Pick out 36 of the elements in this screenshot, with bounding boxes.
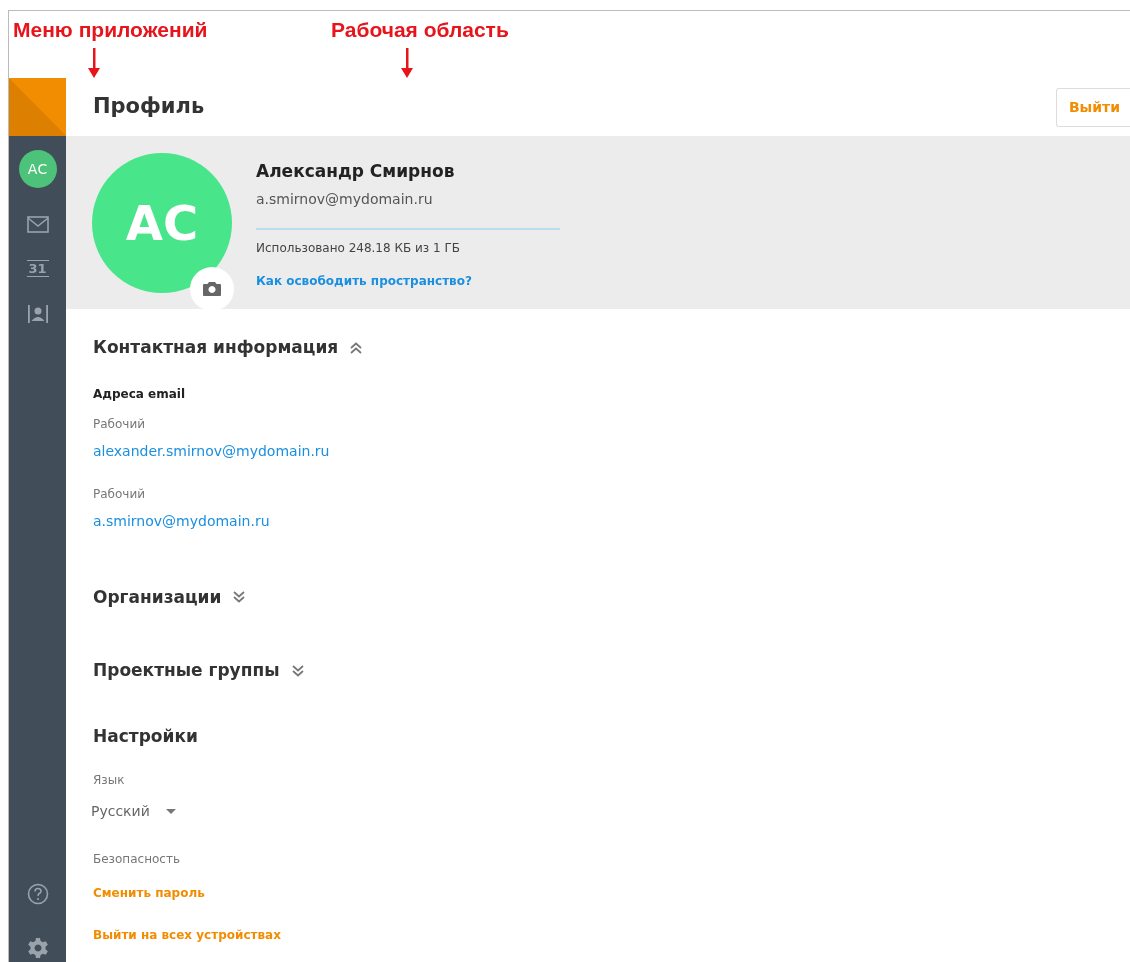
email-type-label: Рабочий bbox=[93, 415, 147, 433]
collapse-icon[interactable] bbox=[350, 341, 363, 354]
logout-button[interactable]: Выйти bbox=[1055, 87, 1130, 127]
camera-button[interactable] bbox=[190, 267, 234, 311]
section-heading: Настройки bbox=[93, 724, 198, 748]
expand-icon[interactable] bbox=[233, 591, 246, 604]
free-space-link[interactable]: Как освободить пространство? bbox=[256, 271, 472, 290]
settings-icon[interactable] bbox=[26, 936, 49, 959]
security-label: Безопасность bbox=[93, 851, 181, 868]
section-heading[interactable]: Контактная информация bbox=[93, 335, 339, 361]
section-heading[interactable]: Проектные группы bbox=[93, 658, 280, 684]
email-link[interactable]: alexander.smirnov@mydomain.ru bbox=[93, 440, 330, 462]
email-link[interactable]: a.smirnov@mydomain.ru bbox=[93, 510, 270, 532]
storage-usage-text: Использовано 248.18 КБ из 1 ГБ bbox=[256, 239, 462, 257]
user-name: Александр Смирнов bbox=[256, 160, 456, 183]
email-group-heading: Адреса email bbox=[93, 385, 187, 403]
annotation-label: Рабочая область bbox=[331, 19, 509, 40]
contact-card-icon[interactable] bbox=[26, 303, 49, 324]
help-icon[interactable] bbox=[26, 882, 49, 905]
language-dropdown[interactable]: Русский bbox=[91, 801, 176, 822]
security-link[interactable]: Выйти на всех устройствах bbox=[93, 928, 281, 942]
avatar-initials: АС bbox=[125, 194, 199, 253]
user-email: a.smirnov@mydomain.ru bbox=[256, 189, 434, 209]
language-label: Язык bbox=[93, 772, 126, 789]
security-link[interactable]: Сменить пароль bbox=[93, 886, 205, 900]
expand-icon[interactable] bbox=[291, 664, 304, 677]
page-title: Профиль bbox=[93, 94, 205, 120]
email-type-label: Рабочий bbox=[93, 485, 147, 503]
annotation-label: Меню приложений bbox=[13, 19, 208, 40]
camera-icon bbox=[203, 282, 221, 296]
mail-icon[interactable] bbox=[26, 216, 49, 233]
caret-icon bbox=[165, 808, 176, 815]
section-heading[interactable]: Организации bbox=[93, 584, 222, 610]
arrow-icon bbox=[401, 48, 413, 78]
arrow-icon bbox=[88, 48, 100, 78]
user-avatar[interactable]: АС bbox=[18, 150, 57, 188]
